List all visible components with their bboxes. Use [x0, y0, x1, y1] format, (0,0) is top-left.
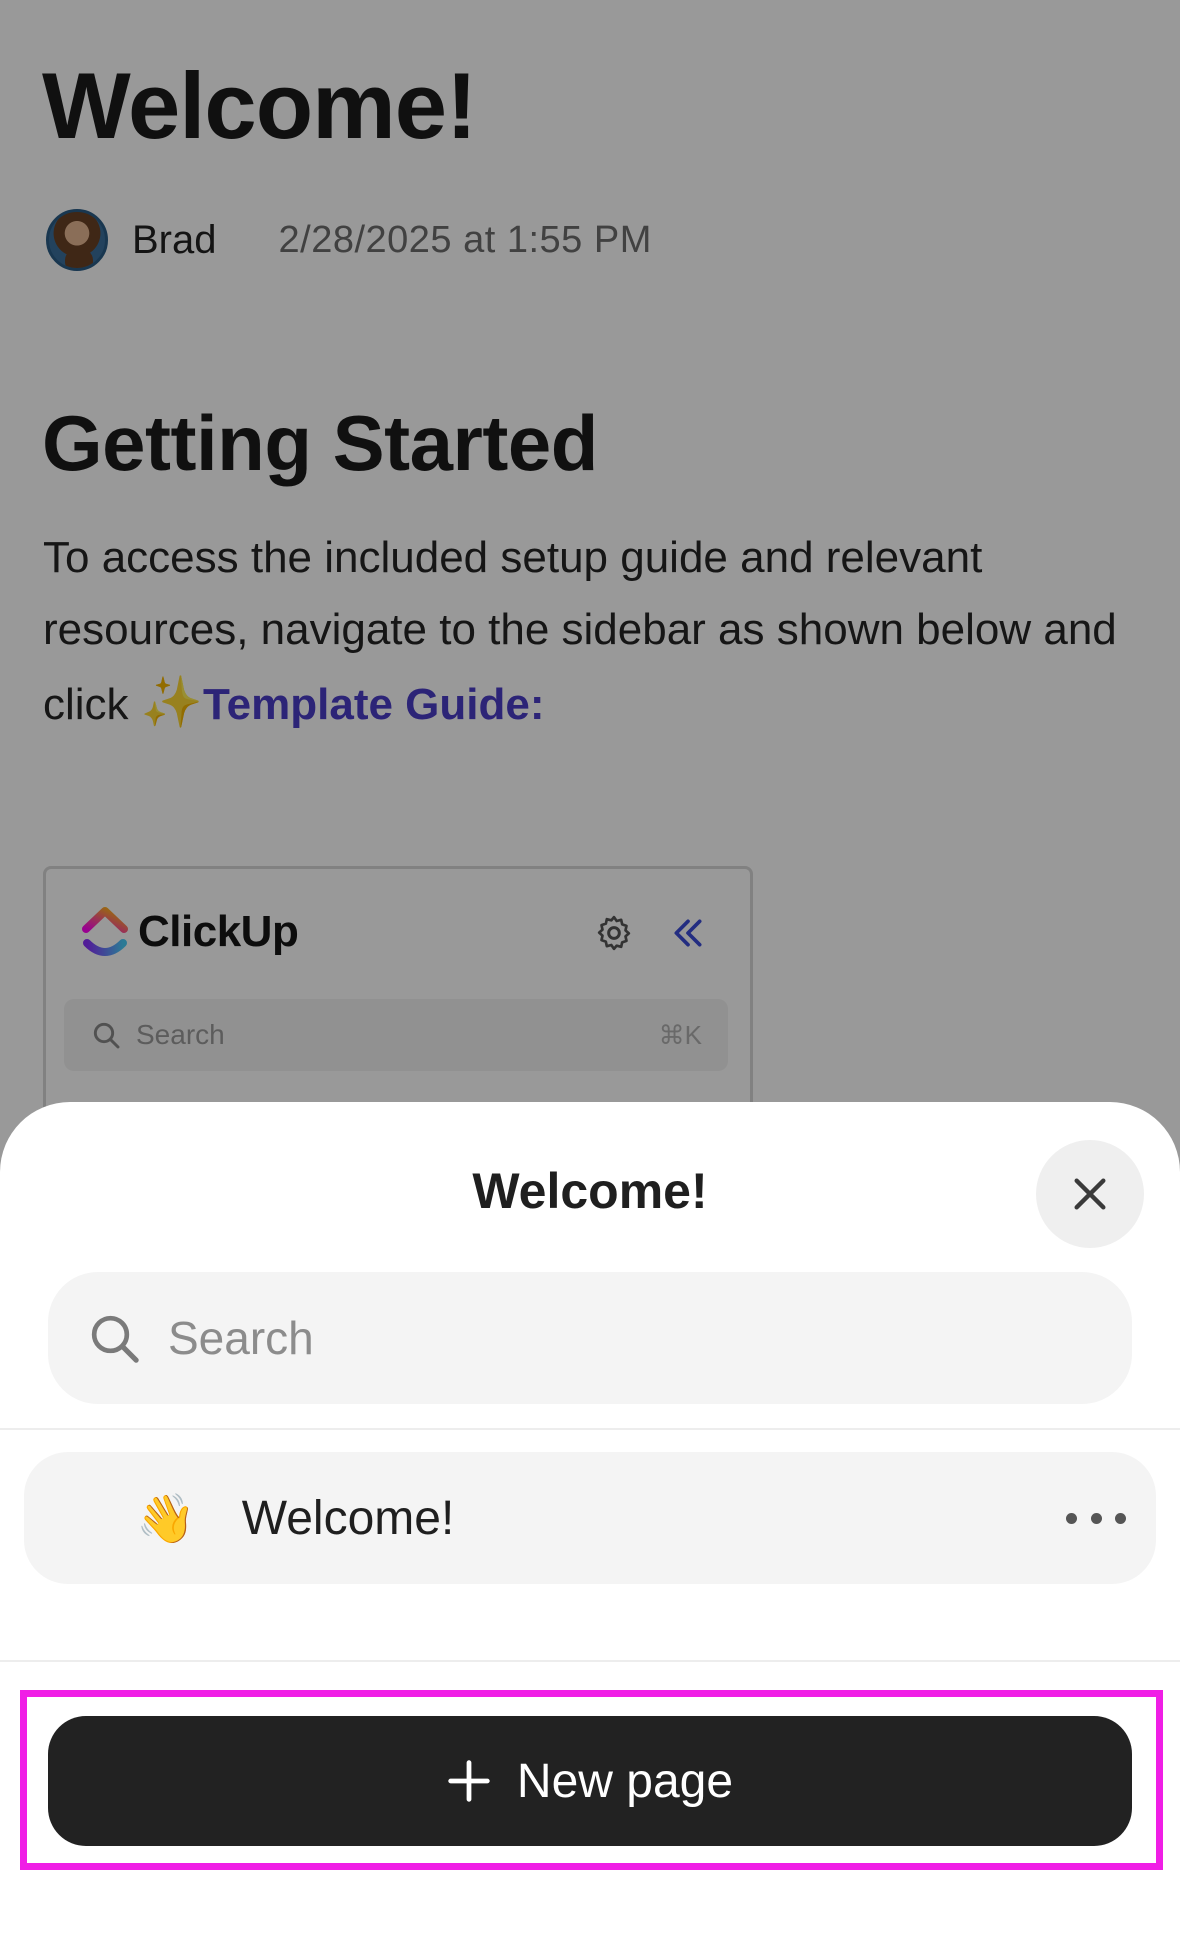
waving-hand-icon: 👋: [136, 1492, 196, 1546]
search-bar[interactable]: [48, 1272, 1132, 1404]
divider: [0, 1428, 1180, 1430]
page-label: Welcome!: [241, 1491, 455, 1545]
more-dot: [1115, 1512, 1126, 1524]
close-icon: [1074, 1178, 1106, 1210]
more-dot: [1090, 1512, 1102, 1524]
highlight-box: [20, 1690, 1163, 1870]
divider: [0, 1660, 1180, 1662]
close-button[interactable]: [1036, 1140, 1144, 1248]
more-options-button[interactable]: [1066, 1498, 1126, 1538]
search-input[interactable]: [168, 1311, 1018, 1365]
sheet-title: Welcome!: [472, 1163, 708, 1219]
list-item[interactable]: 👋 Welcome!: [24, 1452, 1156, 1584]
search-icon: [91, 1315, 139, 1363]
more-horizontal-icon: [1066, 1512, 1077, 1524]
